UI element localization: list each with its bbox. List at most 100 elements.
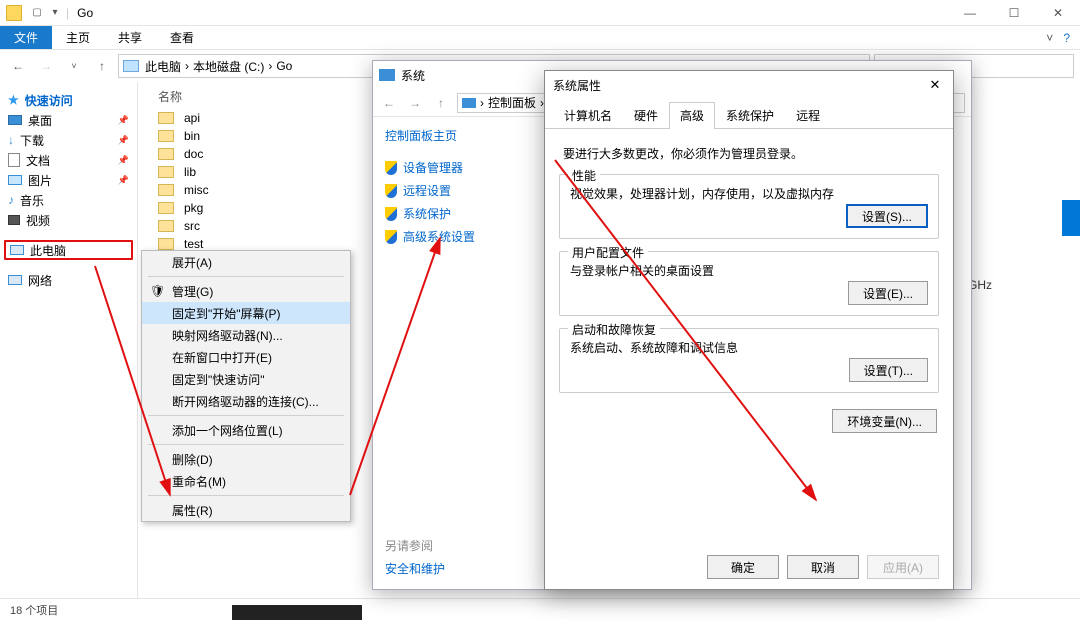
pin-icon: 📌 [118, 175, 129, 186]
link-advanced-settings[interactable]: 高级系统设置 [379, 225, 532, 248]
qat-icon[interactable]: ▾ [48, 7, 62, 18]
sidebar-item-pictures[interactable]: 图片📌 [4, 170, 133, 190]
minimize-button[interactable]: — [948, 0, 992, 26]
profile-settings-button[interactable]: 设置(E)... [848, 281, 928, 305]
legend: 用户配置文件 [568, 244, 648, 261]
windows-logo-strip [1062, 200, 1080, 236]
close-button[interactable]: ✕ [1036, 0, 1080, 26]
folder-icon [158, 130, 174, 142]
up-button[interactable]: ↑ [90, 59, 114, 73]
tab-file[interactable]: 文件 [0, 26, 52, 49]
tab-computer-name[interactable]: 计算机名 [553, 102, 623, 129]
link-remote-settings[interactable]: 远程设置 [379, 179, 532, 202]
forward-button[interactable]: → [34, 59, 58, 73]
video-icon [8, 215, 20, 225]
cp-home[interactable]: 控制面板主页 [379, 127, 532, 144]
crumb[interactable]: 此电脑 [145, 58, 181, 75]
environment-variables-button[interactable]: 环境变量(N)... [832, 409, 937, 433]
close-button[interactable]: ✕ [925, 77, 945, 93]
group-performance: 性能 视觉效果，处理器计划，内存使用，以及虚拟内存 设置(S)... [559, 174, 939, 239]
ctx-map-drive[interactable]: 映射网络驱动器(N)... [142, 324, 350, 346]
ctx-rename[interactable]: 重命名(M) [142, 470, 350, 492]
recent-dropdown[interactable]: ˅ [62, 61, 86, 71]
sidebar-item-downloads[interactable]: ↓下载📌 [4, 130, 133, 150]
dialog-tabs: 计算机名 硬件 高级 系统保护 远程 [545, 101, 953, 129]
folder-icon [158, 238, 174, 250]
folder-name: misc [184, 183, 209, 197]
pc-icon [462, 98, 476, 108]
tab-share[interactable]: 共享 [104, 26, 156, 49]
ribbon-tabs: 文件 主页 共享 查看 ˅ ? [0, 26, 1080, 50]
startup-settings-button[interactable]: 设置(T)... [849, 358, 928, 382]
label: 网络 [28, 272, 52, 289]
status-bar: 18 个项目 [0, 598, 1080, 620]
tab-home[interactable]: 主页 [52, 26, 104, 49]
ctx-disconnect[interactable]: 断开网络驱动器的连接(C)... [142, 390, 350, 412]
ctx-expand[interactable]: 展开(A) [142, 251, 350, 273]
link-device-manager[interactable]: 设备管理器 [379, 156, 532, 179]
tab-remote[interactable]: 远程 [785, 102, 831, 129]
label: 快速访问 [25, 92, 73, 109]
taskbar-snippet [232, 605, 362, 620]
ctx-pin-quick[interactable]: 固定到"快速访问" [142, 368, 350, 390]
ctx-delete[interactable]: 删除(D) [142, 448, 350, 470]
performance-settings-button[interactable]: 设置(S)... [846, 204, 928, 228]
system-left-pane: 控制面板主页 设备管理器 远程设置 系统保护 高级系统设置 另请参阅 安全和维护 [373, 117, 538, 589]
apply-button[interactable]: 应用(A) [867, 555, 939, 579]
crumb[interactable]: Go [276, 59, 292, 73]
back-button[interactable]: ← [6, 59, 30, 73]
sidebar-item-desktop[interactable]: 桌面📌 [4, 110, 133, 130]
crumb[interactable]: 本地磁盘 (C:) [193, 58, 264, 75]
ctx-open-new[interactable]: 在新窗口中打开(E) [142, 346, 350, 368]
tab-advanced[interactable]: 高级 [669, 102, 715, 129]
window-controls: — ☐ ✕ [948, 0, 1080, 26]
ctx-pin-start[interactable]: 固定到"开始"屏幕(P) [142, 302, 350, 324]
label: 下载 [20, 132, 44, 149]
group-user-profile: 用户配置文件 与登录帐户相关的桌面设置 设置(E)... [559, 251, 939, 316]
tab-view[interactable]: 查看 [156, 26, 208, 49]
back-button[interactable]: ← [379, 96, 399, 110]
network-icon [8, 275, 22, 285]
tab-system-protection[interactable]: 系统保护 [715, 102, 785, 129]
pin-icon: 📌 [118, 115, 129, 126]
pc-icon [10, 245, 24, 255]
folder-name: doc [184, 147, 203, 161]
music-icon: ♪ [8, 193, 14, 207]
link-system-protection[interactable]: 系统保护 [379, 202, 532, 225]
shield-icon [385, 207, 397, 221]
sidebar-item-videos[interactable]: 视频 [4, 210, 133, 230]
separator [148, 495, 344, 496]
up-button[interactable]: ↑ [431, 96, 451, 110]
cancel-button[interactable]: 取消 [787, 555, 859, 579]
see-also-label: 另请参阅 [385, 537, 445, 554]
sidebar-item-network[interactable]: 网络 [4, 270, 133, 290]
link-security-maintenance[interactable]: 安全和维护 [385, 560, 445, 577]
sidebar-quick-access[interactable]: ★ 快速访问 [4, 90, 133, 110]
folder-icon [158, 166, 174, 178]
maximize-button[interactable]: ☐ [992, 0, 1036, 26]
pin-icon: 📌 [118, 155, 129, 166]
label: 文档 [26, 152, 50, 169]
star-icon: ★ [8, 93, 19, 107]
ok-button[interactable]: 确定 [707, 555, 779, 579]
folder-icon [158, 112, 174, 124]
qat-icon[interactable]: ▢ [30, 7, 44, 18]
crumb[interactable]: 控制面板 [488, 94, 536, 111]
ctx-manage[interactable]: 🛡管理(G) [142, 280, 350, 302]
folder-icon [6, 5, 22, 21]
label: 音乐 [20, 192, 44, 209]
ribbon-expand-icon[interactable]: ˅ [1046, 31, 1053, 45]
forward-button[interactable]: → [405, 96, 425, 110]
help-icon[interactable]: ? [1063, 31, 1070, 45]
desc: 视觉效果，处理器计划，内存使用，以及虚拟内存 [570, 185, 928, 202]
legend: 性能 [568, 167, 600, 184]
folder-icon [158, 220, 174, 232]
sidebar-item-documents[interactable]: 文档 📌 [4, 150, 133, 170]
separator [148, 444, 344, 445]
shield-icon: 🛡 [150, 284, 164, 298]
sidebar-item-music[interactable]: ♪ 音乐 [4, 190, 133, 210]
ctx-add-location[interactable]: 添加一个网络位置(L) [142, 419, 350, 441]
ctx-properties[interactable]: 属性(R) [142, 499, 350, 521]
sidebar-item-this-pc[interactable]: 此电脑 [4, 240, 133, 260]
tab-hardware[interactable]: 硬件 [623, 102, 669, 129]
